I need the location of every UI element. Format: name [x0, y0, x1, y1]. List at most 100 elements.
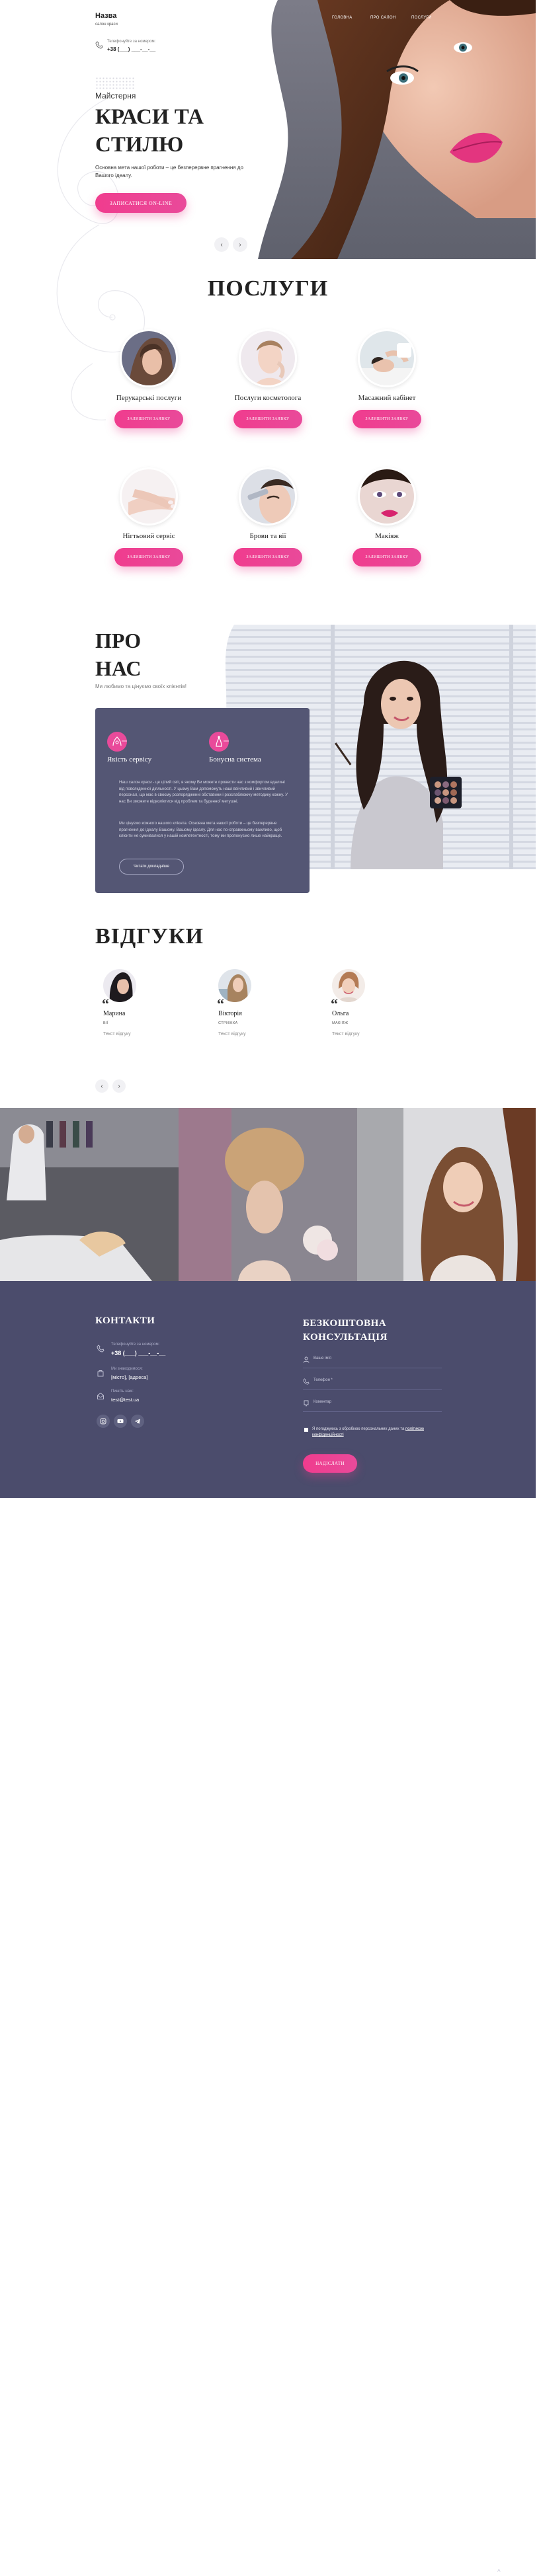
name-field[interactable]: Ваше ім'я: [303, 1352, 442, 1368]
about-paragraph: Наш салон краси - це цілий світ, в якому…: [119, 780, 288, 804]
comment-icon: [304, 1400, 309, 1407]
name-placeholder: Ваше ім'я: [313, 1356, 332, 1360]
feature-quality: Якість сервісу: [107, 756, 152, 763]
about-title: ПРО НАС: [95, 627, 142, 682]
service-card: Нігтьовий сервіс ЗАЛИШИТИ ЗАЯВКУ: [89, 467, 208, 566]
service-card: Брови та вії ЗАЛИШИТИ ЗАЯВКУ: [208, 467, 327, 566]
gallery-photo-hairstyle: [179, 1108, 357, 1281]
contact-address-caption: Ми знаходимося:: [111, 1367, 143, 1371]
about-card: Якість сервісу Бонусна система Наш салон…: [95, 708, 310, 893]
quality-icon: [107, 732, 130, 752]
consent-text: Я погоджуюсь з обробкою персональних дан…: [312, 1426, 444, 1438]
bonus-icon: [209, 732, 231, 752]
header-phone-number[interactable]: +38 (___) ___-__-__: [107, 46, 155, 52]
consultation-title: БЕЗКОШТОВНА КОНСУЛЬТАЦІЯ: [303, 1317, 388, 1345]
phone-caption: Телефонуйте за номером:: [107, 40, 156, 44]
contact-email-value[interactable]: test@test.ua: [111, 1397, 139, 1403]
review-card: “ Марина ВІЇ Текст відгуку: [102, 969, 209, 1036]
service-card: Макіяж ЗАЛИШИТИ ЗАЯВКУ: [327, 467, 446, 566]
service-name: Макіяж: [375, 532, 399, 540]
service-request-button[interactable]: ЗАЛИШИТИ ЗАЯВКУ: [233, 410, 302, 428]
service-request-button[interactable]: ЗАЛИШИТИ ЗАЯВКУ: [114, 548, 183, 566]
consent-label: Я погоджуюсь з обробкою персональних дан…: [312, 1427, 405, 1431]
service-card: Масажний кабінет ЗАЛИШИТИ ЗАЯВКУ: [327, 329, 446, 428]
hero-prev-arrow[interactable]: ‹: [214, 237, 229, 252]
youtube-icon[interactable]: [114, 1415, 127, 1428]
service-image-hair: [120, 329, 178, 387]
comment-placeholder: Коментар: [313, 1400, 331, 1404]
read-more-button[interactable]: Читати докладніше: [119, 859, 184, 875]
service-image-nails: [120, 467, 178, 526]
hero-photo: [258, 0, 536, 259]
reviews-next-arrow[interactable]: ›: [112, 1079, 126, 1093]
hero-subtitle: Майстерня: [95, 91, 136, 100]
instagram-icon[interactable]: [97, 1415, 110, 1428]
about-title-line2: НАС: [95, 656, 142, 680]
service-image-makeup: [358, 467, 416, 526]
contacts-title: КОНТАКТИ: [95, 1315, 155, 1326]
service-request-button[interactable]: ЗАЛИШИТИ ЗАЯВКУ: [353, 410, 421, 428]
hero-title: КРАСИ ТА СТИЛЮ: [95, 103, 204, 159]
service-image-cosmetology: [239, 329, 297, 387]
review-text: Текст відгуку: [332, 1032, 360, 1036]
signup-online-button[interactable]: ЗАПИСАТИСЯ ON-LINE: [95, 193, 187, 213]
contact-address-value: [місто], [адреса]: [111, 1374, 148, 1380]
nav-home[interactable]: ГОЛОВНА: [332, 16, 353, 20]
service-image-massage: [358, 329, 416, 387]
submit-button[interactable]: НАДІСЛАТИ: [303, 1454, 357, 1473]
brand-name[interactable]: Назва: [95, 12, 116, 20]
service-name: Брови та вії: [249, 532, 286, 540]
service-name: Перукарські послуги: [116, 394, 182, 402]
service-name: Масажний кабінет: [358, 394, 416, 402]
scroll-top-button[interactable]: ^: [497, 2569, 501, 2576]
nav-about[interactable]: ПРО САЛОН: [370, 16, 396, 20]
reviews-title: ВІДГУКИ: [95, 924, 204, 949]
service-name: Нігтьовий сервіс: [122, 532, 175, 540]
consultation-title-line1: БЕЗКОШТОВНА: [303, 1318, 387, 1329]
phone-icon: [97, 1345, 104, 1352]
reviewer-service: ВІЇ: [103, 1021, 108, 1025]
hero-title-line1: КРАСИ ТА: [95, 105, 204, 129]
reviewer-name: Ольга: [332, 1010, 349, 1017]
user-icon: [303, 1356, 310, 1363]
about-paragraph: Ми цінуємо кожного нашого клієнта. Основ…: [119, 821, 282, 838]
review-card: “ Вікторія СТРИЖКА Текст відгуку: [217, 969, 324, 1036]
quote-icon: “: [102, 995, 109, 1012]
phone-field[interactable]: Телефон *: [303, 1374, 442, 1390]
gallery-strip: [0, 1108, 536, 1281]
hero-section: Назва салон краси Телефонуйте за номером…: [0, 0, 536, 420]
service-image-brows: [239, 467, 297, 526]
service-card: Послуги косметолога ЗАЛИШИТИ ЗАЯВКУ: [208, 329, 327, 428]
feature-bonus: Бонусна система: [209, 756, 261, 763]
service-request-button[interactable]: ЗАЛИШИТИ ЗАЯВКУ: [114, 410, 183, 428]
comment-field[interactable]: Коментар: [303, 1396, 442, 1412]
about-subtitle: Ми любимо та цінуємо своїх клієнтів!: [95, 683, 187, 689]
phone-icon: [95, 41, 103, 49]
service-request-button[interactable]: ЗАЛИШИТИ ЗАЯВКУ: [233, 548, 302, 566]
consent-checkbox[interactable]: [304, 1428, 308, 1432]
consultation-title-line2: КОНСУЛЬТАЦІЯ: [303, 1332, 388, 1343]
reviews-prev-arrow[interactable]: ‹: [95, 1079, 108, 1093]
service-card: Перукарські послуги ЗАЛИШИТИ ЗАЯВКУ: [89, 329, 208, 428]
brand-subtitle: салон краси: [95, 22, 118, 26]
reviewer-service: МАКІЯЖ: [332, 1021, 349, 1025]
reviewer-name: Вікторія: [218, 1010, 242, 1017]
contact-email-caption: Пишіть нам:: [111, 1389, 134, 1393]
service-name: Послуги косметолога: [234, 394, 302, 402]
services-title: ПОСЛУГИ: [207, 276, 329, 301]
review-text: Текст відгуку: [103, 1032, 131, 1036]
telegram-icon[interactable]: [131, 1415, 144, 1428]
quote-icon: “: [331, 995, 338, 1012]
nav-services[interactable]: ПОСЛУГИ: [411, 16, 432, 20]
mail-icon: [97, 1392, 104, 1399]
gallery-photo-salon: [0, 1108, 179, 1281]
review-card: “ Ольга МАКІЯЖ Текст відгуку: [331, 969, 438, 1036]
service-request-button[interactable]: ЗАЛИШИТИ ЗАЯВКУ: [353, 548, 421, 566]
dot-pattern: [95, 77, 135, 90]
hero-title-line2: СТИЛЮ: [95, 133, 184, 157]
contact-phone-value[interactable]: +38 (___) ___-__-__: [111, 1350, 165, 1356]
review-text: Текст відгуку: [218, 1032, 246, 1036]
hero-next-arrow[interactable]: ›: [233, 237, 247, 252]
phone-placeholder: Телефон *: [313, 1378, 333, 1382]
gallery-photo-client: [357, 1108, 536, 1281]
